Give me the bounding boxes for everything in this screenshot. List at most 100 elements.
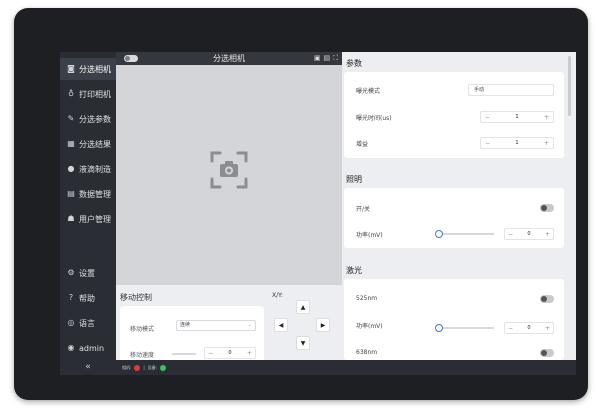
database-icon: ▤ [67,189,75,198]
camera-toggle[interactable] [124,55,138,62]
settings-panel: 参数 曝光模式 手动 曝光时间(us) − 1 + 增益 − 1 + 照明 开/… [344,52,576,360]
sidebar-item-users[interactable]: ☗ 用户管理 [60,208,116,230]
sidebar-item-sorting-results[interactable]: ▦ 分选结果 [60,133,116,155]
record-icon[interactable]: ▤ [323,54,330,63]
camera-view[interactable] [116,65,342,285]
laser-power-slider[interactable] [435,324,494,332]
gain-stepper[interactable]: − 1 + [480,137,554,149]
laser-card: 525nm 功率(mV) − 0 + 638nm [344,279,564,360]
gear-icon: ⚙ [67,268,75,277]
globe-icon: ◎ [67,318,75,327]
move-control-title: 移动控制 [120,293,152,302]
fullscreen-icon[interactable]: ⛶ [333,54,338,63]
move-step-stepper[interactable]: − 0 + [204,347,256,359]
sidebar-item-admin[interactable]: ◉ admin [60,337,116,359]
sidebar-item-data[interactable]: ▤ 数据管理 [60,183,116,205]
plus-icon[interactable]: + [545,325,550,332]
exposure-mode-label: 曝光模式 [356,88,381,95]
laser-title: 激光 [346,266,362,275]
plus-icon[interactable]: + [544,114,549,121]
move-left-button[interactable]: ◀ [274,318,288,332]
minus-icon[interactable]: − [485,140,490,147]
arrow-left-icon: ◀ [278,321,284,329]
device-status-indicator [160,364,167,371]
tablet-device: ◙ 分选相机 ♁ 打印相机 ✎ 分选参数 ▦ 分选结果 ● 液滴制造 ▤ 数据管… [14,8,588,400]
sidebar-item-label: 数据管理 [79,189,111,199]
move-mode-label: 移动模式 [130,326,155,333]
plus-icon[interactable]: + [247,350,252,357]
camera-tools: ▣ ▤ ⛶ [314,54,338,63]
lighting-power-slider[interactable] [435,230,494,238]
sidebar-item-label: 液滴制造 [79,164,111,174]
lighting-power-label: 功率(mV) [356,232,383,239]
move-mode-value: 连续 [180,322,191,328]
lighting-title: 照明 [346,175,362,184]
minus-icon[interactable]: − [208,350,213,357]
sidebar-item-label: 设置 [79,268,95,278]
sidebar-item-sorting-params[interactable]: ✎ 分选参数 [60,108,116,130]
sidebar-item-label: admin [79,343,105,353]
params-title: 参数 [346,59,362,68]
minus-icon[interactable]: − [485,114,490,121]
lighting-card: 开/关 功率(mV) − 0 + [344,188,564,248]
pen-icon: ✎ [67,114,75,123]
laser-638-switch[interactable] [540,349,554,357]
sidebar-item-print-camera[interactable]: ♁ 打印相机 [60,83,116,105]
lighting-power-value: 0 [527,231,531,237]
arrow-down-icon: ▼ [300,339,306,347]
lighting-switch[interactable] [540,204,554,212]
status-bar: 相机: | 设备: [116,360,576,375]
exposure-time-value: 1 [515,114,519,120]
lighting-switch-label: 开/关 [356,206,371,213]
move-right-button[interactable]: ▶ [316,318,330,332]
status-divider: | [143,365,145,370]
device-status-label: 设备: [147,364,158,370]
camera-placeholder-icon [210,151,248,189]
laser-power-stepper[interactable]: − 0 + [504,322,554,334]
move-down-button[interactable]: ▼ [296,336,310,350]
camera-status-indicator [134,364,141,371]
sidebar-item-label: 分选相机 [79,64,111,74]
sidebar-item-help[interactable]: ? 帮助 [60,287,116,309]
slider-knob[interactable] [435,230,443,238]
app-screen: ◙ 分选相机 ♁ 打印相机 ✎ 分选参数 ▦ 分选结果 ● 液滴制造 ▤ 数据管… [60,52,576,375]
move-mode-select[interactable]: 连续 ⌄ [176,320,256,331]
move-step-value: 0 [228,350,232,356]
arrow-right-icon: ▶ [320,321,326,329]
move-step-label: 移动速度 [130,352,155,359]
drop-icon: ● [67,164,75,173]
laser-638-label: 638nm [356,349,378,356]
sidebar-item-label: 语言 [79,318,95,328]
lighting-power-stepper[interactable]: − 0 + [504,228,554,240]
minus-icon[interactable]: − [508,325,513,332]
exposure-time-stepper[interactable]: − 1 + [480,111,554,123]
sidebar-item-label: 分选结果 [79,139,111,149]
laser-525-switch[interactable] [540,295,554,303]
gain-label: 增益 [356,141,369,148]
camera-status-label: 相机: [122,364,132,370]
user-icon: ◉ [67,343,75,352]
sidebar-item-sorting-camera[interactable]: ◙ 分选相机 [60,58,116,80]
scrollbar[interactable] [568,56,571,116]
sidebar-item-label: 分选参数 [79,114,111,124]
sidebar: ◙ 分选相机 ♁ 打印相机 ✎ 分选参数 ▦ 分选结果 ● 液滴制造 ▤ 数据管… [60,52,116,375]
params-card: 曝光模式 手动 曝光时间(us) − 1 + 增益 − 1 + [344,72,564,158]
image-icon: ▦ [67,139,75,148]
arrow-up-icon: ▲ [300,303,306,311]
xy-label: X/Y: [272,292,284,299]
sidebar-item-label: 打印相机 [79,89,111,99]
plus-icon[interactable]: + [544,140,549,147]
collapse-sidebar-button[interactable]: « [60,360,116,375]
sidebar-item-droplet[interactable]: ● 液滴制造 [60,158,116,180]
snapshot-icon[interactable]: ▣ [314,54,321,63]
sidebar-item-language[interactable]: ◎ 语言 [60,312,116,334]
move-step-slider[interactable] [172,353,196,355]
minus-icon[interactable]: − [508,231,513,238]
exposure-mode-select[interactable]: 手动 [468,84,554,96]
bulb-icon: ♁ [68,89,74,98]
sidebar-item-label: 用户管理 [79,214,111,224]
move-up-button[interactable]: ▲ [296,300,310,314]
sidebar-item-settings[interactable]: ⚙ 设置 [60,262,116,284]
slider-knob[interactable] [435,324,443,332]
plus-icon[interactable]: + [545,231,550,238]
